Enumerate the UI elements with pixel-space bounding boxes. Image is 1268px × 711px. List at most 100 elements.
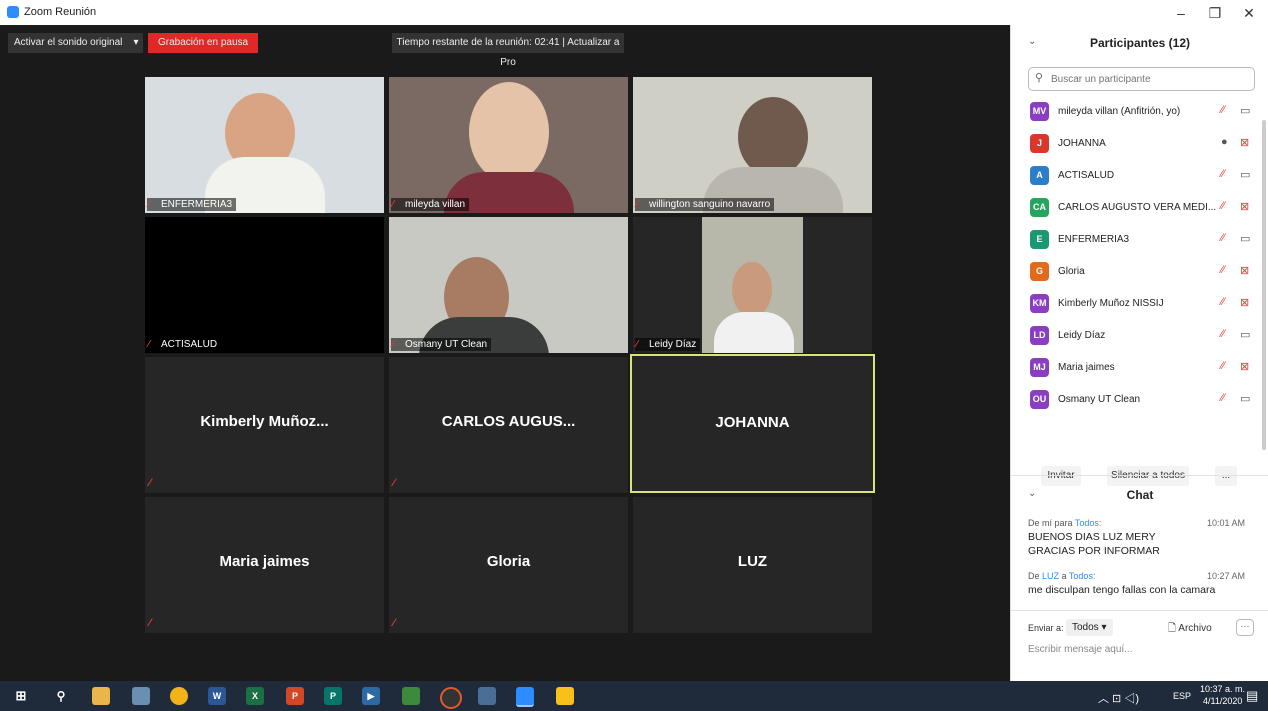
video-tile[interactable]: ACTISALUD ⁄ (145, 217, 384, 353)
name-tile[interactable]: CARLOS AUGUS... ⁄ (389, 357, 628, 493)
word-icon[interactable]: W (208, 687, 226, 705)
muted-mic-icon: ⁄ (393, 477, 395, 489)
participant-row[interactable]: E ENFERMERIA3 ⁄⁄ ▭ (1011, 224, 1261, 256)
participant-row[interactable]: J JOHANNA ● ⊠ (1011, 128, 1261, 160)
video-camera-icon: ▭ (1240, 393, 1251, 405)
participant-row[interactable]: MJ Maria jaimes ⁄⁄ ⊠ (1011, 352, 1261, 384)
tile-participant-name: Kimberly Muñoz... (200, 413, 329, 430)
chat-sender: De mí para (1028, 518, 1073, 528)
participant-row[interactable]: MV mileyda villan (Anfitrión, yo) ⁄⁄ ▭ (1011, 96, 1261, 128)
window-title: Zoom Reunión (24, 6, 97, 18)
search-icon[interactable]: ⚲ (52, 687, 70, 705)
notifications-icon[interactable]: ▤ (1246, 688, 1258, 704)
media-player-icon[interactable]: ▶ (362, 687, 380, 705)
tile-participant-name: CARLOS AUGUS... (441, 413, 576, 430)
muted-mic-icon: ⁄ (636, 339, 638, 350)
photos-icon[interactable] (132, 687, 150, 705)
participant-name: ENFERMERIA3 (1058, 234, 1130, 245)
participant-name: Kimberly Muñoz NISSIJ (1058, 298, 1164, 309)
chat-recipient[interactable]: Todos: (1075, 518, 1102, 528)
video-tile[interactable]: Osmany UT Clean ⁄ (389, 217, 628, 353)
muted-mic-icon: ⁄⁄ (1221, 104, 1225, 116)
clock-time[interactable]: 10:37 a. m. (1200, 684, 1245, 694)
avatar: CA (1030, 198, 1049, 217)
participant-row[interactable]: OU Osmany UT Clean ⁄⁄ ▭ (1011, 384, 1261, 416)
video-camera-icon: ▭ (1240, 233, 1251, 245)
participant-name: ACTISALUD (1058, 170, 1115, 181)
chevron-down-icon[interactable]: ▾ (129, 33, 143, 53)
video-tile[interactable]: mileyda villan ⁄ (389, 77, 628, 213)
chrome-icon[interactable] (170, 687, 188, 705)
muted-mic-icon: ⁄⁄ (1221, 328, 1225, 340)
clock-date[interactable]: 4/11/2020 (1203, 696, 1242, 706)
tile-name-label: Leidy Díaz (635, 338, 701, 351)
video-tile[interactable]: ENFERMERIA3 ⁄ (145, 77, 384, 213)
participant-list-scrollbar[interactable] (1262, 120, 1266, 450)
participant-row[interactable]: LD Leidy Díaz ⁄⁄ ▭ (1011, 320, 1261, 352)
send-to-select[interactable]: Todos ▾ (1066, 619, 1113, 636)
file-explorer-icon[interactable] (92, 687, 110, 705)
muted-mic-icon: ⁄⁄ (1221, 232, 1225, 244)
divider (1011, 610, 1268, 611)
restore-icon[interactable]: ❐ (1200, 3, 1230, 23)
muted-mic-icon: ⁄ (393, 617, 395, 629)
participant-row[interactable]: A ACTISALUD ⁄⁄ ▭ (1011, 160, 1261, 192)
participant-name: JOHANNA (1058, 138, 1106, 149)
publisher-icon[interactable]: P (324, 687, 342, 705)
video-camera-icon: ▭ (1240, 169, 1251, 181)
video-tile[interactable]: willington sanguino navarro ⁄ (633, 77, 872, 213)
active-speaker-tile[interactable]: JOHANNA (630, 354, 875, 493)
chat-timestamp: 10:01 AM (1206, 518, 1245, 528)
sticky-notes-icon[interactable] (556, 687, 574, 705)
mic-icon: ● (1221, 136, 1228, 148)
tile-name-label: ACTISALUD (147, 338, 222, 351)
excel-icon[interactable]: X (246, 687, 264, 705)
muted-mic-icon: ⁄⁄ (1221, 264, 1225, 276)
language-indicator[interactable]: ESP (1173, 691, 1191, 701)
chat-sender[interactable]: LUZ (1042, 571, 1059, 581)
file-button[interactable]: 🗋 Archivo (1168, 621, 1212, 638)
media-icon[interactable] (440, 687, 462, 709)
muted-mic-icon: ⁄ (148, 199, 150, 210)
muted-mic-icon: ⁄ (149, 477, 151, 489)
file-icon: 🗋 (1168, 623, 1177, 634)
chat-timestamp: 10:27 AM (1206, 571, 1245, 581)
participant-row[interactable]: KM Kimberly Muñoz NISSIJ ⁄⁄ ⊠ (1011, 288, 1261, 320)
name-tile[interactable]: Gloria ⁄ (389, 497, 628, 633)
chat-recipient[interactable]: Todos: (1069, 571, 1096, 581)
window-titlebar: Zoom Reunión – ❐ ✕ (0, 0, 1268, 25)
minimize-icon[interactable]: – (1166, 3, 1196, 23)
name-tile[interactable]: Maria jaimes ⁄ (145, 497, 384, 633)
close-icon[interactable]: ✕ (1234, 3, 1264, 23)
original-sound-button[interactable]: Activar el sonido original (8, 33, 132, 53)
participant-row[interactable]: G Gloria ⁄⁄ ⊠ (1011, 256, 1261, 288)
participant-search-input[interactable] (1049, 70, 1248, 88)
participant-row[interactable]: CA CARLOS AUGUSTO VERA MEDI... ⁄⁄ ⊠ (1011, 192, 1261, 224)
participant-video (702, 217, 803, 353)
participant-name: Leidy Díaz (1058, 330, 1106, 341)
chat-message-line: me disculpan tengo fallas con la camara (1028, 584, 1216, 596)
avatar: G (1030, 262, 1049, 281)
tile-participant-name: Maria jaimes (219, 553, 310, 570)
name-tile[interactable]: LUZ (633, 497, 872, 633)
app-icon[interactable] (402, 687, 420, 705)
tray-icons[interactable]: ︿ ⊡ ◁) (1098, 690, 1139, 706)
participant-search[interactable]: ⚲ (1028, 67, 1255, 91)
video-tile[interactable]: Leidy Díaz ⁄ (633, 217, 872, 353)
video-off-icon: ⊠ (1240, 297, 1250, 309)
chat-more-button[interactable]: ··· (1236, 619, 1254, 636)
send-to-label: Enviar a: (1028, 623, 1064, 633)
participant-name: mileyda villan (Anfitrión, yo) (1058, 106, 1181, 117)
chat-message-line: GRACIAS POR INFORMAR (1028, 545, 1160, 557)
recording-paused-badge[interactable]: Grabación en pausa (148, 33, 258, 53)
tile-participant-name: JOHANNA (715, 414, 790, 431)
time-remaining-banner[interactable]: Tiempo restante de la reunión: 02:41 | A… (392, 33, 624, 68)
chat-message-input[interactable]: Escribir mensaje aquí... (1028, 644, 1133, 655)
tile-name-label: ENFERMERIA3 (147, 198, 237, 211)
name-tile[interactable]: Kimberly Muñoz... ⁄ (145, 357, 384, 493)
chat-sender-prefix: De (1028, 571, 1040, 581)
windows-start-icon[interactable]: ⊞ (12, 687, 30, 705)
zoom-taskbar-icon[interactable] (516, 687, 534, 707)
calculator-icon[interactable] (478, 687, 496, 705)
powerpoint-icon[interactable]: P (286, 687, 304, 705)
